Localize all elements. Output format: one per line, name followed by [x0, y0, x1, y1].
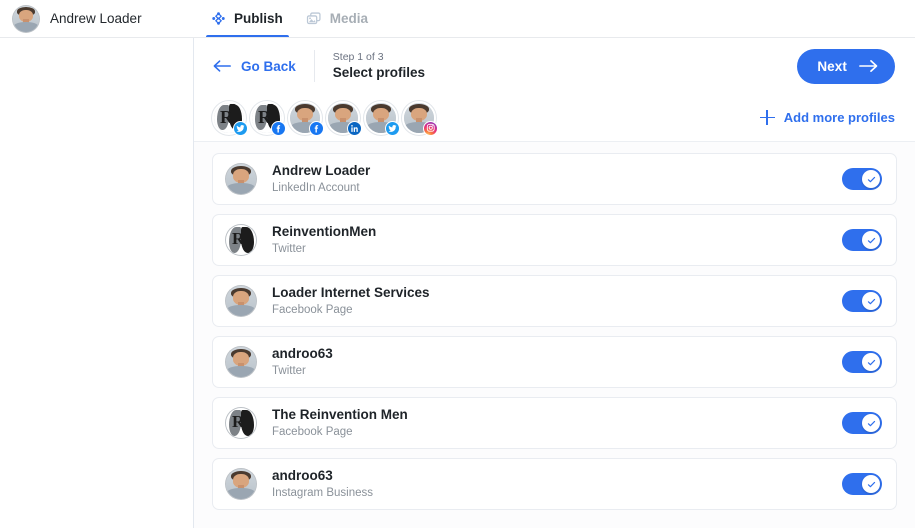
- profile-info: The Reinvention Men Facebook Page: [272, 406, 408, 439]
- media-images-icon: [305, 10, 323, 28]
- go-back-button[interactable]: Go Back: [212, 58, 314, 74]
- profile-info: androo63 Twitter: [272, 345, 333, 378]
- profile-photo: [226, 286, 256, 316]
- profile-name: The Reinvention Men: [272, 407, 408, 423]
- profile-row[interactable]: R ReinventionMen Twitter: [212, 214, 897, 266]
- header-divider: [313, 50, 315, 82]
- user-avatar: [12, 4, 40, 33]
- profile-row[interactable]: Loader Internet Services Facebook Page: [212, 275, 897, 327]
- profile-enable-toggle[interactable]: [842, 168, 882, 190]
- reinvention-logo-icon: R: [226, 408, 256, 438]
- step-title-label: Select profiles: [332, 64, 426, 80]
- strip-avatar[interactable]: [402, 100, 438, 136]
- check-icon: [867, 481, 875, 487]
- avatar: R: [225, 224, 257, 256]
- check-icon: [867, 176, 875, 182]
- publish-nodes-icon: [210, 10, 227, 27]
- profile-photo: [226, 164, 256, 194]
- tab-media[interactable]: Media: [297, 0, 378, 37]
- profile-name: ReinventionMen: [272, 224, 377, 240]
- avatar: [225, 346, 257, 378]
- tab-publish[interactable]: Publish: [202, 0, 293, 37]
- arrow-left-icon: [212, 58, 232, 74]
- go-back-label: Go Back: [241, 58, 296, 74]
- step-counter-label: Step 1 of 3: [332, 50, 384, 63]
- strip-avatar[interactable]: [288, 100, 324, 136]
- next-button-label: Next: [817, 58, 847, 74]
- profile-account-type: Instagram Business: [272, 486, 373, 499]
- add-more-profiles-label: Add more profiles: [783, 110, 895, 125]
- toggle-knob: [862, 231, 880, 249]
- toggle-knob: [862, 475, 880, 493]
- profile-row[interactable]: androo63 Instagram Business: [212, 458, 897, 510]
- top-navigation-bar: Andrew Loader Publish Media: [0, 0, 915, 38]
- instagram-camera-icon: [423, 120, 438, 136]
- profile-photo: [226, 469, 256, 499]
- user-name-label: Andrew Loader: [50, 11, 142, 26]
- profile-enable-toggle[interactable]: [842, 229, 882, 251]
- body-split: Go Back Step 1 of 3 Select profiles Next: [0, 38, 915, 528]
- reinvention-logo-icon: R: [226, 225, 256, 255]
- check-icon: [867, 420, 875, 426]
- profile-account-type: LinkedIn Account: [272, 181, 360, 194]
- avatar: [225, 163, 257, 195]
- profile-enable-toggle[interactable]: [842, 290, 882, 312]
- main-tabs: Publish Media: [194, 0, 378, 37]
- toggle-knob: [862, 414, 880, 432]
- profile-info: ReinventionMen Twitter: [272, 223, 376, 256]
- strip-avatar[interactable]: R: [212, 100, 248, 136]
- strip-avatar[interactable]: [364, 100, 400, 136]
- twitter-bird-icon: [385, 120, 400, 136]
- next-button[interactable]: Next: [797, 48, 895, 84]
- step-indicator: Step 1 of 3 Select profiles: [333, 51, 425, 82]
- profile-account-type: Twitter: [272, 364, 306, 377]
- profile-name: Loader Internet Services: [272, 285, 430, 301]
- profile-name: androo63: [272, 346, 333, 362]
- current-user-chip[interactable]: Andrew Loader: [0, 0, 194, 37]
- profile-avatar-list: RR: [212, 100, 438, 136]
- profile-row[interactable]: androo63 Twitter: [212, 336, 897, 388]
- selected-profiles-strip: RR Add more profiles: [194, 94, 915, 142]
- avatar: R: [225, 407, 257, 439]
- toggle-knob: [862, 170, 880, 188]
- tab-publish-label: Publish: [234, 11, 283, 26]
- arrow-right-icon: [858, 58, 879, 74]
- add-more-profiles-button[interactable]: Add more profiles: [759, 110, 895, 125]
- toggle-knob: [862, 353, 880, 371]
- left-sidebar: [0, 38, 194, 528]
- facebook-f-icon: [309, 120, 324, 136]
- linkedin-in-icon: [347, 120, 362, 136]
- tab-media-label: Media: [329, 11, 369, 26]
- profile-account-type: Twitter: [272, 242, 306, 255]
- profile-row[interactable]: Andrew Loader LinkedIn Account: [212, 153, 897, 205]
- twitter-bird-icon: [233, 120, 248, 136]
- profile-enable-toggle[interactable]: [842, 473, 882, 495]
- profile-enable-toggle[interactable]: [842, 351, 882, 373]
- check-icon: [867, 298, 875, 304]
- profile-info: androo63 Instagram Business: [272, 467, 373, 500]
- facebook-f-icon: [271, 120, 286, 136]
- profile-enable-toggle[interactable]: [842, 412, 882, 434]
- check-icon: [867, 359, 875, 365]
- wizard-header: Go Back Step 1 of 3 Select profiles Next: [194, 38, 915, 94]
- strip-avatar[interactable]: [326, 100, 362, 136]
- avatar: [225, 285, 257, 317]
- profile-selection-list: Andrew Loader LinkedIn Account R Reinventio…: [194, 142, 915, 528]
- profile-row[interactable]: R The Reinvention Men Facebook Page: [212, 397, 897, 449]
- strip-avatar[interactable]: R: [250, 100, 286, 136]
- profile-name: Andrew Loader: [272, 163, 371, 179]
- profile-info: Andrew Loader LinkedIn Account: [272, 162, 370, 195]
- toggle-knob: [862, 292, 880, 310]
- user-avatar-photo: [13, 5, 39, 32]
- main-content: Go Back Step 1 of 3 Select profiles Next: [194, 38, 915, 528]
- check-icon: [867, 237, 875, 243]
- profile-account-type: Facebook Page: [272, 425, 353, 438]
- publish-select-profiles-screen: Andrew Loader Publish Media Go Back Step…: [0, 0, 915, 528]
- profile-info: Loader Internet Services Facebook Page: [272, 284, 430, 317]
- plus-icon: [759, 110, 775, 125]
- profile-photo: [226, 347, 256, 377]
- profile-name: androo63: [272, 468, 333, 484]
- avatar: [225, 468, 257, 500]
- profile-account-type: Facebook Page: [272, 303, 353, 316]
